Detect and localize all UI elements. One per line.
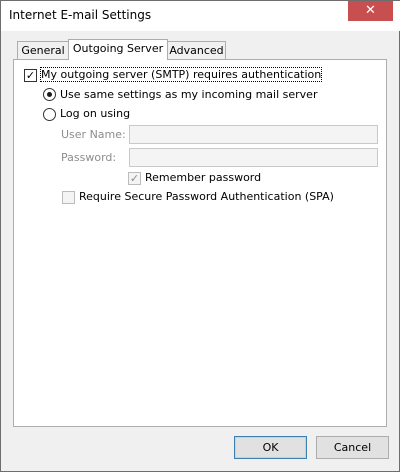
dialog-window: Internet E-mail Settings ✕ General Outgo… [0,0,401,472]
check-icon: ✓ [25,69,36,82]
close-button[interactable]: ✕ [348,1,393,21]
password-field[interactable] [129,148,378,167]
require-spa-checkbox[interactable] [62,191,75,204]
close-icon: ✕ [365,3,376,18]
requires-auth-label[interactable]: My outgoing server (SMTP) requires authe… [39,67,323,82]
tab-advanced-label: Advanced [169,44,224,57]
tab-advanced[interactable]: Advanced [167,41,226,60]
ok-button[interactable]: OK [234,436,307,459]
radio-selected-dot [47,92,52,97]
password-label: Password: [61,151,117,164]
window-title: Internet E-mail Settings [9,8,152,22]
require-spa-label: Require Secure Password Authentication (… [79,190,334,203]
cancel-button[interactable]: Cancel [316,436,389,459]
tab-outgoing-server[interactable]: Outgoing Server [68,39,168,60]
tab-general[interactable]: General [17,41,69,60]
use-same-settings-radio[interactable] [43,88,56,101]
outgoing-server-panel: ✓ My outgoing server (SMTP) requires aut… [13,59,387,427]
log-on-using-label[interactable]: Log on using [60,107,130,120]
cancel-button-label: Cancel [333,441,372,454]
remember-password-label: Remember password [145,171,262,184]
remember-password-checkbox[interactable]: ✓ [128,172,141,185]
log-on-using-radio[interactable] [43,108,56,121]
user-name-label: User Name: [61,128,126,141]
title-bar[interactable]: Internet E-mail Settings ✕ [1,1,401,31]
use-same-settings-label[interactable]: Use same settings as my incoming mail se… [60,88,317,101]
user-name-field[interactable] [129,125,378,144]
tab-general-label: General [21,44,65,57]
check-icon: ✓ [129,172,140,185]
requires-auth-checkbox[interactable]: ✓ [24,69,37,82]
ok-button-label: OK [262,441,279,454]
tab-outgoing-server-label: Outgoing Server [72,42,164,55]
